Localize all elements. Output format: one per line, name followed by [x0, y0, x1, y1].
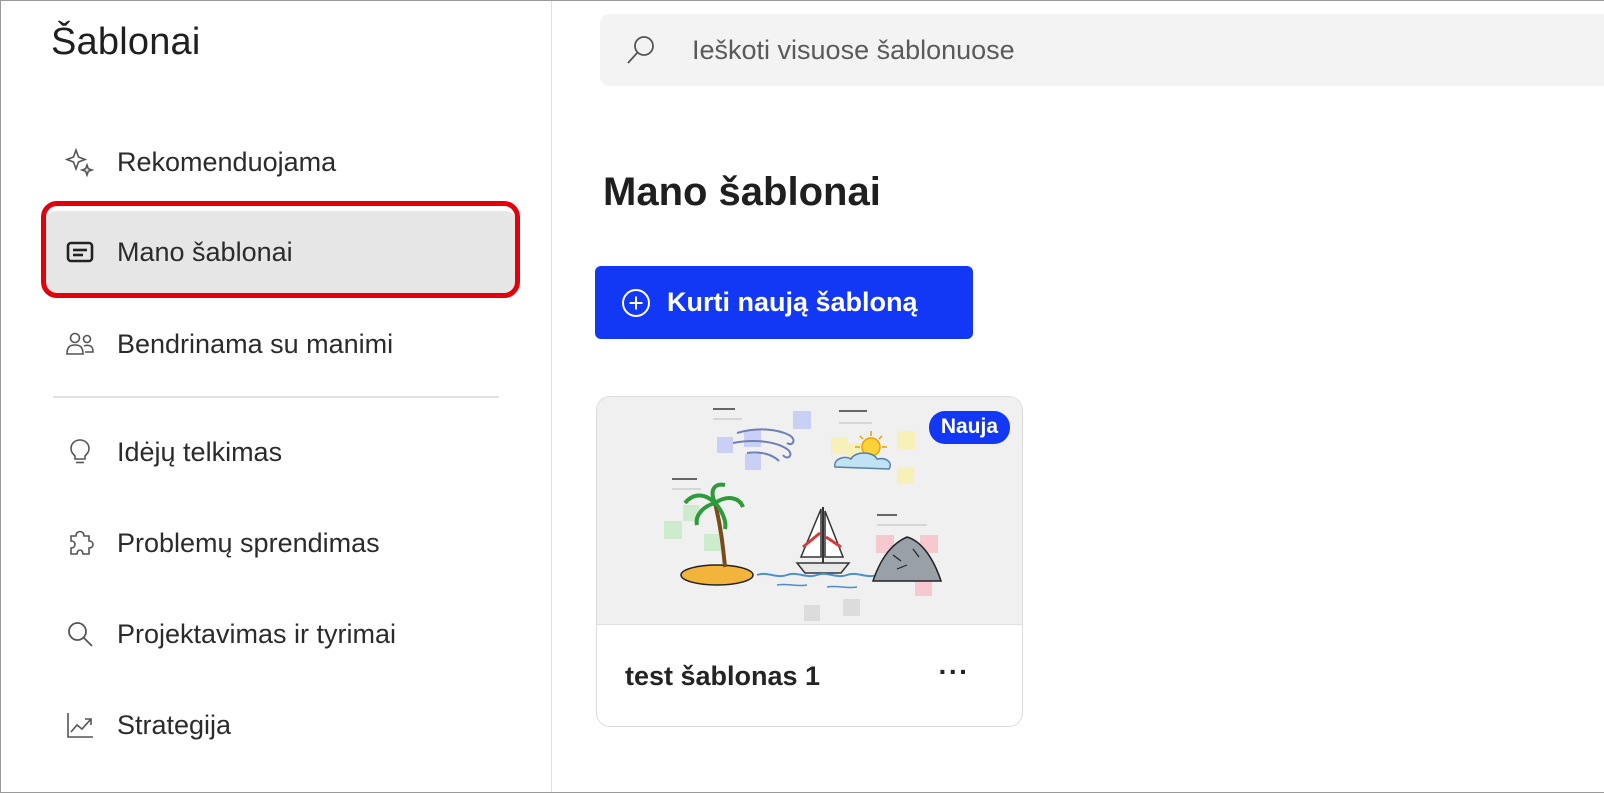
sidebar-item-problem-solving[interactable]: Problemų sprendimas [45, 502, 517, 584]
sidebar-divider [53, 396, 499, 398]
sidebar-item-design-research[interactable]: Projektavimas ir tyrimai [45, 593, 517, 675]
sidebar-item-label: Idėjų telkimas [117, 436, 283, 467]
sidebar-item-strategy[interactable]: Strategija [45, 684, 517, 766]
plus-circle-icon [619, 286, 653, 320]
search-bar[interactable] [600, 14, 1604, 86]
sidebar-title: Šablonai [51, 21, 201, 63]
sidebar-item-label: Problemų sprendimas [117, 527, 380, 558]
trend-chart-icon [63, 708, 97, 742]
search-icon [63, 617, 97, 651]
sidebar-item-label: Rekomenduojama [117, 146, 337, 177]
people-icon [63, 327, 97, 361]
more-options-button[interactable]: ··· [934, 655, 974, 689]
sidebar-item-recommended[interactable]: Rekomenduojama [45, 121, 517, 203]
page-title: Mano šablonai [603, 170, 881, 214]
template-thumbnail: Nauja [597, 397, 1022, 625]
sidebar-item-label: Projektavimas ir tyrimai [117, 618, 397, 649]
new-badge: Nauja [928, 411, 1010, 444]
sidebar-item-label: Bendrinama su manimi [117, 328, 394, 359]
sidebar-item-label: Mano šablonai [117, 236, 293, 267]
puzzle-icon [63, 526, 97, 560]
sidebar-item-shared-with-me[interactable]: Bendrinama su manimi [45, 303, 517, 385]
sidebar-item-my-templates[interactable]: Mano šablonai [45, 211, 517, 293]
template-card[interactable]: Nauja test šablonas 1 ··· [596, 396, 1023, 727]
sparkle-icon [63, 145, 97, 179]
create-template-label: Kurti naują šabloną [667, 287, 918, 317]
sidebar: Šablonai Rekomenduojama Mano šablonai Be… [1, 1, 552, 792]
template-card-title: test šablonas 1 [625, 661, 821, 691]
template-icon [63, 235, 97, 269]
lightbulb-icon [63, 435, 97, 469]
search-icon [622, 31, 660, 69]
sidebar-item-brainstorming[interactable]: Idėjų telkimas [45, 411, 517, 493]
create-template-button[interactable]: Kurti naują šabloną [595, 266, 973, 339]
sidebar-item-label: Strategija [117, 709, 232, 740]
search-input[interactable] [692, 34, 1492, 66]
